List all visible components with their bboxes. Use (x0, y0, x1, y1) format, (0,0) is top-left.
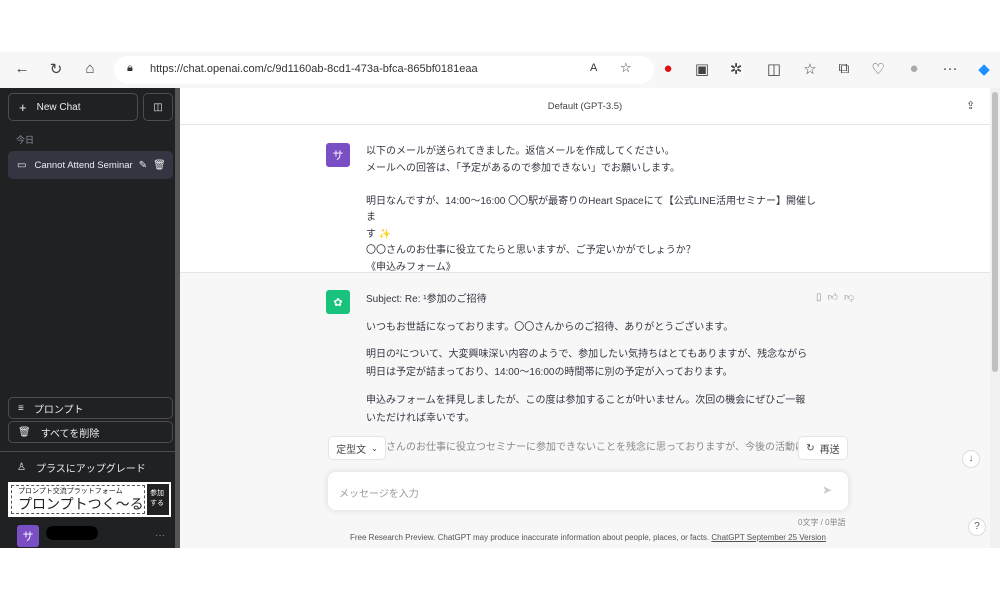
paragraph: いつもお世話になっております。〇〇さんからのご招待、ありがとうございます。 (366, 321, 734, 333)
user-icon: ♙ (17, 462, 26, 473)
thumbs-down-icon[interactable]: 👎︎ (844, 292, 860, 303)
scroll-down-button[interactable]: ↓ (962, 450, 980, 468)
banner-subtitle: プロンプト交流プラットフォーム (18, 488, 123, 495)
text-line: 以下のメールが送られてきました。返信メールを作成してください。 (366, 146, 675, 157)
divider (0, 451, 175, 452)
footer-disclaimer: Free Research Preview. ChatGPT may produ… (350, 533, 826, 542)
copilot-icon[interactable]: ◆ (974, 60, 994, 78)
resend-label: 再送 (819, 444, 840, 456)
template-dropdown[interactable]: 定型文 ⌄ (328, 436, 386, 460)
user-avatar[interactable]: サ (17, 525, 39, 547)
text-line (366, 177, 816, 194)
sidebar-toggle-icon: ◫ (153, 101, 163, 113)
message-input[interactable]: メッセージを入力 ➤ (328, 472, 848, 510)
profile-icon[interactable]: ● (904, 60, 924, 77)
prompt-label: プロンプト (33, 404, 84, 416)
section-today: 今日 (16, 135, 35, 145)
assistant-message-text: Subject: Re: ¹参加のご招待 いつもお世話になっております。〇〇さん… (366, 292, 845, 457)
lock-icon: 🔒︎ (127, 62, 133, 74)
help-button[interactable]: ? (968, 518, 986, 536)
camera-icon[interactable]: ▣ (692, 60, 712, 78)
chat-item-title: Cannot Attend Seminar (34, 159, 133, 171)
redacted-username (46, 526, 98, 540)
extensions-icon[interactable]: ✲ (726, 60, 746, 78)
thumbs-up-icon[interactable]: 👍︎ (828, 292, 844, 303)
chevron-down-icon: ⌄ (371, 443, 378, 453)
text-line: メールへの回答は、「予定があるので参加できない」でお願いします。 (366, 162, 680, 174)
chat-main: Default (GPT-3.5) ⇪ サ 以下のメールが送られてきました。返信… (180, 88, 990, 548)
banner-join-button[interactable]: 参加する (147, 484, 169, 515)
delete-all-label: すべてを削除 (40, 428, 100, 440)
trash-icon: 🗑︎ (18, 426, 31, 438)
delete-all-button[interactable]: 🗑︎ すべてを削除 (8, 421, 173, 443)
toggle-sidebar-button[interactable]: ◫ (143, 93, 173, 121)
message-actions: ▯👍︎👎︎ (816, 291, 860, 303)
chat-bubble-icon: ▭ (17, 159, 27, 171)
user-message: サ 以下のメールが送られてきました。返信メールを作成してください。 メールへの回… (180, 125, 990, 273)
more-icon[interactable]: ··· (940, 60, 960, 77)
chatgpt-logo-icon: ✿ (326, 290, 350, 314)
refresh-icon[interactable]: ↻ (46, 60, 66, 78)
upgrade-button[interactable]: ♙ プラスにアップグレード (17, 460, 146, 475)
collections-icon[interactable]: ⧉ (834, 60, 854, 77)
text-line: 明日なんですが、14:00〜16:00 〇〇駅が最寄りのHeart Spaceに… (366, 195, 816, 224)
scrollbar-thumb[interactable] (992, 92, 998, 372)
prompt-button[interactable]: ≡ プロンプト (8, 397, 173, 419)
split-screen-icon[interactable]: ◫ (764, 60, 784, 78)
url-text: https://chat.openai.com/c/9d1160ab-8cd1-… (150, 63, 478, 75)
user-message-avatar: サ (326, 143, 350, 167)
back-icon[interactable]: ← (12, 60, 32, 77)
version-link[interactable]: ChatGPT September 25 Version (711, 533, 826, 542)
user-message-text: 以下のメールが送られてきました。返信メールを作成してください。 メールへの回答は… (366, 144, 816, 276)
chat-header: Default (GPT-3.5) ⇪ (180, 88, 990, 125)
extension-red-icon[interactable]: ● (658, 60, 678, 77)
favorite-star-icon[interactable]: ☆ (620, 60, 632, 76)
text-line: す ✨ (366, 228, 392, 240)
resend-button[interactable]: ↻ 再送 (798, 436, 848, 460)
prompt-tsukuru-banner[interactable]: プロンプト交流プラットフォーム プロンプトつく〜る 参加する (8, 482, 171, 517)
menu-icon: ≡ (18, 402, 24, 414)
disclaimer-text: Free Research Preview. ChatGPT may produ… (350, 533, 712, 542)
send-icon[interactable]: ➤ (822, 483, 832, 497)
address-bar[interactable]: 🔒︎ https://chat.openai.com/c/9d1160ab-8c… (114, 56, 654, 84)
upgrade-label: プラスにアップグレード (35, 464, 146, 475)
share-icon[interactable]: ⇪ (966, 99, 975, 112)
new-chat-label: New Chat (36, 101, 81, 113)
chat-item[interactable]: ▭ Cannot Attend Seminar ✎ 🗑︎ (8, 151, 173, 179)
copy-icon[interactable]: ▯ (816, 292, 828, 303)
paragraph: 明日の²について、大変興味深い内容のようで、参加したい気持ちはとてもありますが、… (366, 349, 808, 378)
template-label: 定型文 (336, 444, 367, 456)
paragraph: 〇〇さんのお仕事に役立つセミナーに参加できないことを残念に思っておりますが、今後… (366, 442, 845, 453)
refresh-icon: ↻ (806, 442, 815, 454)
read-aloud-icon[interactable]: A (590, 62, 597, 74)
subject-line: Subject: Re: ¹参加のご招待 (366, 294, 487, 305)
home-icon[interactable]: ⌂ (80, 60, 100, 77)
input-placeholder: メッセージを入力 (339, 489, 419, 500)
edit-icon[interactable]: ✎ (139, 160, 147, 171)
plus-icon: + (19, 99, 27, 115)
new-chat-button[interactable]: + New Chat (8, 93, 138, 121)
paragraph: 申込みフォームを拝見しましたが、この度は参加することが叶いません。次回の機会にぜ… (366, 395, 806, 424)
favorites-icon[interactable]: ☆ (800, 60, 820, 78)
user-menu-button[interactable]: ··· (155, 530, 165, 541)
trash-icon[interactable]: 🗑︎ (153, 160, 166, 171)
char-counter: 0文字 / 0単語 (798, 518, 846, 527)
banner-title: プロンプトつく〜る (18, 496, 144, 512)
sidebar: + New Chat ◫ 今日 ▭ Cannot Attend Seminar … (0, 88, 180, 548)
model-name: Default (GPT-3.5) (547, 101, 623, 112)
text-line: 〇〇さんのお仕事に役立てたらと思いますが、ご予定いかがでしょうか？ (366, 245, 696, 256)
health-icon[interactable]: ♡ (868, 60, 888, 78)
